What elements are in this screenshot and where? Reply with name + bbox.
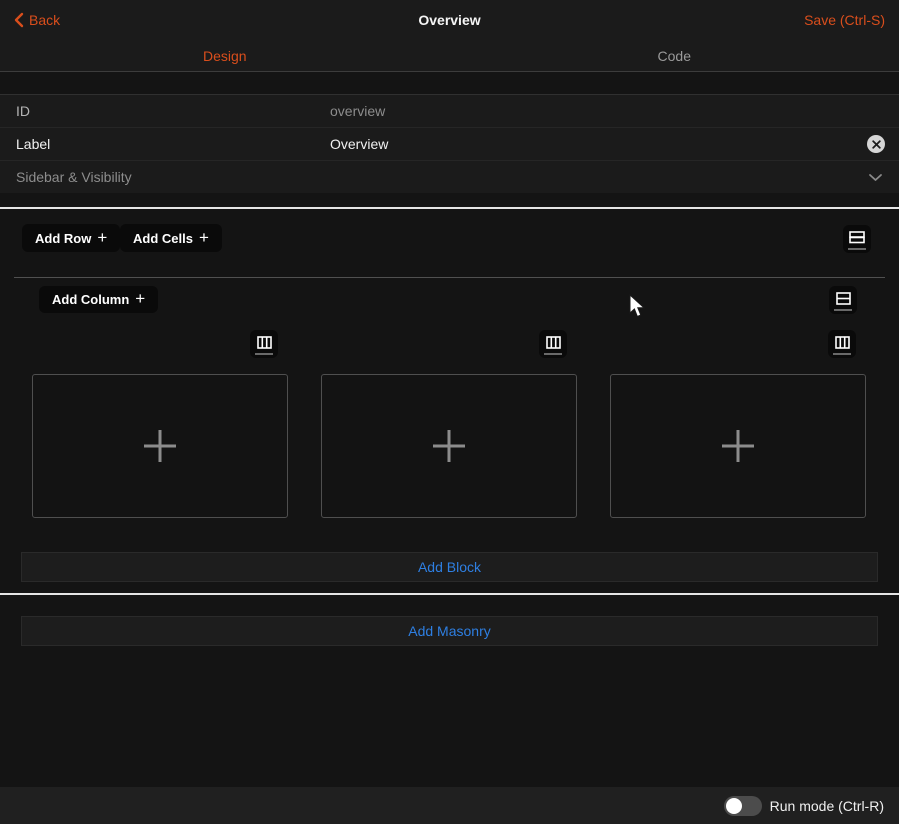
- columns-icon: [835, 336, 850, 349]
- empty-cell-add-target[interactable]: [610, 374, 866, 518]
- add-block-button[interactable]: Add Block: [21, 552, 878, 582]
- plus-glyph: +: [135, 290, 145, 307]
- plus-icon: [431, 428, 467, 464]
- plus-icon: [142, 428, 178, 464]
- columns-icon: [546, 336, 561, 349]
- empty-cell-add-target[interactable]: [321, 374, 577, 518]
- rows-stack-icon: [849, 231, 865, 244]
- icon-underline: [833, 353, 851, 355]
- tab-code[interactable]: Code: [450, 40, 899, 71]
- clear-label-button[interactable]: [867, 135, 885, 153]
- id-label: ID: [16, 103, 30, 119]
- add-row-label: Add Row: [35, 231, 91, 246]
- form-row-id[interactable]: ID overview: [0, 95, 899, 128]
- add-column-button[interactable]: Add Column +: [39, 286, 158, 313]
- icon-underline: [255, 353, 273, 355]
- add-cells-button[interactable]: Add Cells +: [120, 224, 222, 252]
- id-value: overview: [330, 103, 385, 119]
- row-container-border: [14, 277, 885, 278]
- row-split-button[interactable]: [829, 286, 857, 314]
- column-layout-button[interactable]: [828, 330, 856, 358]
- tab-bar: Design Code: [0, 40, 899, 72]
- section-divider: [0, 207, 899, 209]
- run-mode-label: Run mode (Ctrl-R): [770, 798, 884, 814]
- icon-underline: [848, 248, 866, 250]
- chevron-down-icon: [868, 169, 883, 185]
- chevron-left-icon: [14, 12, 24, 28]
- back-button[interactable]: Back: [14, 0, 60, 40]
- icon-underline: [834, 309, 852, 311]
- add-cells-label: Add Cells: [133, 231, 193, 246]
- run-mode-toggle[interactable]: [724, 796, 762, 816]
- column-layout-button[interactable]: [250, 330, 278, 358]
- bottom-bar: Run mode (Ctrl-R): [0, 787, 899, 824]
- empty-cell-add-target[interactable]: [32, 374, 288, 518]
- columns-icon: [257, 336, 272, 349]
- tab-design[interactable]: Design: [0, 40, 450, 71]
- column-layout-button[interactable]: [539, 330, 567, 358]
- row-split-icon: [836, 292, 851, 305]
- save-button[interactable]: Save (Ctrl-S): [804, 0, 885, 40]
- add-masonry-button[interactable]: Add Masonry: [21, 616, 878, 646]
- mouse-cursor: [629, 294, 646, 319]
- page-title: Overview: [0, 12, 899, 28]
- label-label: Label: [16, 136, 50, 152]
- top-bar: Back Overview Save (Ctrl-S): [0, 0, 899, 40]
- sidebar-visibility-label: Sidebar & Visibility: [16, 169, 132, 185]
- form-row-sidebar-visibility[interactable]: Sidebar & Visibility: [0, 161, 899, 193]
- plus-glyph: +: [199, 229, 209, 246]
- rows-stack-button[interactable]: [843, 225, 871, 253]
- close-icon: [872, 140, 881, 149]
- properties-form: ID overview Label Overview Sidebar & Vis…: [0, 94, 899, 193]
- add-block-label: Add Block: [418, 559, 481, 575]
- section-divider: [0, 593, 899, 595]
- form-row-label[interactable]: Label Overview: [0, 128, 899, 161]
- icon-underline: [544, 353, 562, 355]
- plus-glyph: +: [97, 229, 107, 246]
- label-value-input[interactable]: Overview: [330, 136, 388, 152]
- add-row-button[interactable]: Add Row +: [22, 224, 120, 252]
- add-masonry-label: Add Masonry: [408, 623, 490, 639]
- toggle-knob: [726, 798, 742, 814]
- add-column-label: Add Column: [52, 292, 129, 307]
- back-label: Back: [29, 12, 60, 28]
- plus-icon: [720, 428, 756, 464]
